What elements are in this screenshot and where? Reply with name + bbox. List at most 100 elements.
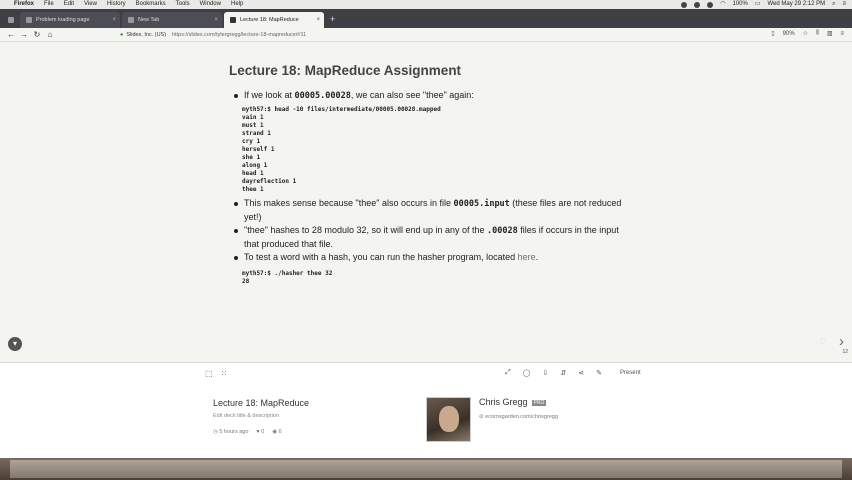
- slides-menu-icon[interactable]: ▾: [8, 337, 22, 351]
- nav-right-controls: ▯ 90% ☆ ⫼ ▥ ≡: [771, 30, 844, 37]
- menu-list-icon[interactable]: ≡: [842, 0, 846, 9]
- bullet-text: This makes sense because "thee" also occ…: [244, 198, 454, 208]
- pinned-tab[interactable]: [4, 12, 18, 28]
- bullet-text: To test a word with a hash, you can run …: [244, 252, 518, 262]
- share-icon[interactable]: ⋖: [578, 369, 584, 377]
- tab-label: Lecture 18: MapReduce: [240, 17, 299, 23]
- reload-icon[interactable]: ↻: [32, 30, 42, 39]
- code-line: dayreflection 1: [242, 178, 297, 185]
- status-icon[interactable]: [707, 1, 714, 8]
- deck-stats: ◷ 5 hours ago ♥ 0 ◉ 6: [213, 429, 282, 435]
- menu-file[interactable]: File: [44, 0, 54, 9]
- slide-number: 12: [842, 349, 848, 355]
- download-icon[interactable]: ⇩: [542, 369, 548, 377]
- hasher-link[interactable]: here: [518, 252, 536, 262]
- close-icon[interactable]: ×: [214, 17, 218, 23]
- edit-pencil-icon[interactable]: ✎: [596, 369, 602, 377]
- menu-tools[interactable]: Tools: [176, 0, 190, 9]
- menu-edit[interactable]: Edit: [64, 0, 74, 9]
- comment-icon[interactable]: ◯: [523, 369, 531, 377]
- wifi-icon[interactable]: ◠: [720, 0, 725, 9]
- bullet-text: "thee" hashes to 28 modulo 32, so it wil…: [244, 225, 488, 235]
- inline-code: 00005.00028: [294, 91, 351, 101]
- status-icon[interactable]: [681, 1, 688, 8]
- bullet-item: "thee" hashes to 28 modulo 32, so it wil…: [232, 224, 632, 251]
- forward-icon[interactable]: →: [19, 30, 29, 39]
- navigation-bar: ← → ↻ ⌂ ● Slides, Inc. (US) https://slid…: [0, 28, 852, 42]
- inline-code: 00005.input: [453, 199, 510, 209]
- time-ago: 5 hours ago: [219, 429, 249, 435]
- likes-count: 0: [261, 429, 265, 435]
- slide-bullets: If we look at 00005.00028, we can also s…: [232, 89, 632, 289]
- zoom-level[interactable]: 90%: [783, 31, 795, 37]
- slide-viewport: Lecture 18: MapReduce Assignment If we l…: [0, 43, 852, 362]
- code-line: thee 1: [242, 186, 264, 193]
- search-icon[interactable]: ⌕: [832, 0, 835, 9]
- avatar-face: [439, 406, 459, 432]
- menu-window[interactable]: Window: [200, 0, 221, 9]
- embed-icon[interactable]: ⇵: [560, 369, 566, 377]
- sidebar-icon[interactable]: ▥: [827, 30, 833, 37]
- code-line: myth57:$ ./hasher thee 32: [242, 270, 333, 277]
- tab-problem-loading[interactable]: Problem loading page ×: [20, 12, 120, 28]
- hamburger-menu-icon[interactable]: ≡: [840, 31, 844, 37]
- close-icon[interactable]: ×: [112, 17, 116, 23]
- code-line: 28: [242, 278, 250, 285]
- present-button[interactable]: Present: [620, 370, 641, 376]
- url-text[interactable]: https://slides.com/tylergregg/lecture-18…: [172, 32, 306, 38]
- tab-strip: Problem loading page × New Tab × Lecture…: [0, 9, 852, 28]
- menu-bookmarks[interactable]: Bookmarks: [136, 0, 166, 9]
- inline-code: .00028: [487, 226, 518, 236]
- deck-toolbar: ⤢ ◯ ⇩ ⇵ ⋖ ✎ Present: [505, 369, 641, 377]
- tab-new-tab[interactable]: New Tab ×: [122, 12, 222, 28]
- slide-title: Lecture 18: MapReduce Assignment: [229, 63, 462, 78]
- home-icon[interactable]: ⌂: [45, 30, 55, 39]
- library-icon[interactable]: ⫼: [816, 30, 819, 37]
- menu-app-firefox[interactable]: Firefox: [14, 0, 34, 9]
- code-line: myth57:$ head -10 files/intermediate/000…: [242, 106, 441, 113]
- deck-info-panel: ⬚ ⁙ ⤢ ◯ ⇩ ⇵ ⋖ ✎ Present Lecture 18: MapR…: [0, 362, 852, 458]
- dock-shelf: [10, 460, 842, 478]
- code-line: strand 1: [242, 130, 271, 137]
- tab-lecture-18[interactable]: Lecture 18: MapReduce ×: [224, 12, 324, 28]
- likes-stat[interactable]: ♥ 0: [256, 429, 264, 435]
- overview-icon[interactable]: ⁙: [221, 369, 228, 378]
- next-slide-icon[interactable]: ›: [839, 333, 844, 350]
- previous-slide-icon[interactable]: ◌: [819, 335, 826, 347]
- view-toolbar: ⬚ ⁙: [205, 369, 227, 378]
- menu-view[interactable]: View: [84, 0, 97, 9]
- deck-title: Lecture 18: MapReduce: [213, 398, 310, 408]
- edit-deck-description-link[interactable]: Edit deck title & description: [213, 413, 279, 419]
- views-count: 6: [278, 429, 282, 435]
- favicon-icon: [128, 17, 134, 23]
- close-icon[interactable]: ×: [316, 17, 320, 23]
- bullet-item: To test a word with a hash, you can run …: [232, 251, 632, 264]
- code-line: along 1: [242, 162, 268, 169]
- bookmark-star-icon[interactable]: ☆: [803, 30, 808, 37]
- author-website-link[interactable]: ⊘ ecornsgarden.com/chrisgregg: [479, 414, 558, 420]
- warning-icon: [26, 17, 32, 23]
- fullscreen-icon[interactable]: ⤢: [505, 369, 511, 377]
- author-avatar[interactable]: [426, 397, 471, 442]
- back-icon[interactable]: ←: [6, 30, 16, 39]
- battery-icon[interactable]: ▭: [755, 0, 761, 9]
- battery-percent[interactable]: 100%: [732, 0, 747, 9]
- author-link-text: ecornsgarden.com/chrisgregg: [485, 414, 558, 420]
- menu-history[interactable]: History: [107, 0, 126, 9]
- grid-view-icon[interactable]: ⬚: [205, 369, 213, 378]
- new-tab-icon[interactable]: +: [330, 14, 335, 24]
- code-line: vain 1: [242, 114, 264, 121]
- tab-label: New Tab: [138, 17, 160, 23]
- menu-help[interactable]: Help: [231, 0, 243, 9]
- reader-view-icon[interactable]: ▯: [771, 30, 774, 37]
- status-icon[interactable]: [694, 1, 701, 8]
- code-line: she 1: [242, 154, 261, 161]
- clock-icon: ◷: [213, 429, 218, 435]
- lock-icon[interactable]: ●: [120, 32, 123, 38]
- bullet-text: .: [535, 252, 539, 262]
- code-line: herself 1: [242, 146, 275, 153]
- tab-label: Problem loading page: [36, 17, 90, 23]
- author-name[interactable]: Chris Gregg PRO: [479, 397, 547, 407]
- url-bar[interactable]: ● Slides, Inc. (US) https://slides.com/t…: [120, 30, 630, 40]
- clock[interactable]: Wed May 29 2:12 PM: [768, 0, 826, 9]
